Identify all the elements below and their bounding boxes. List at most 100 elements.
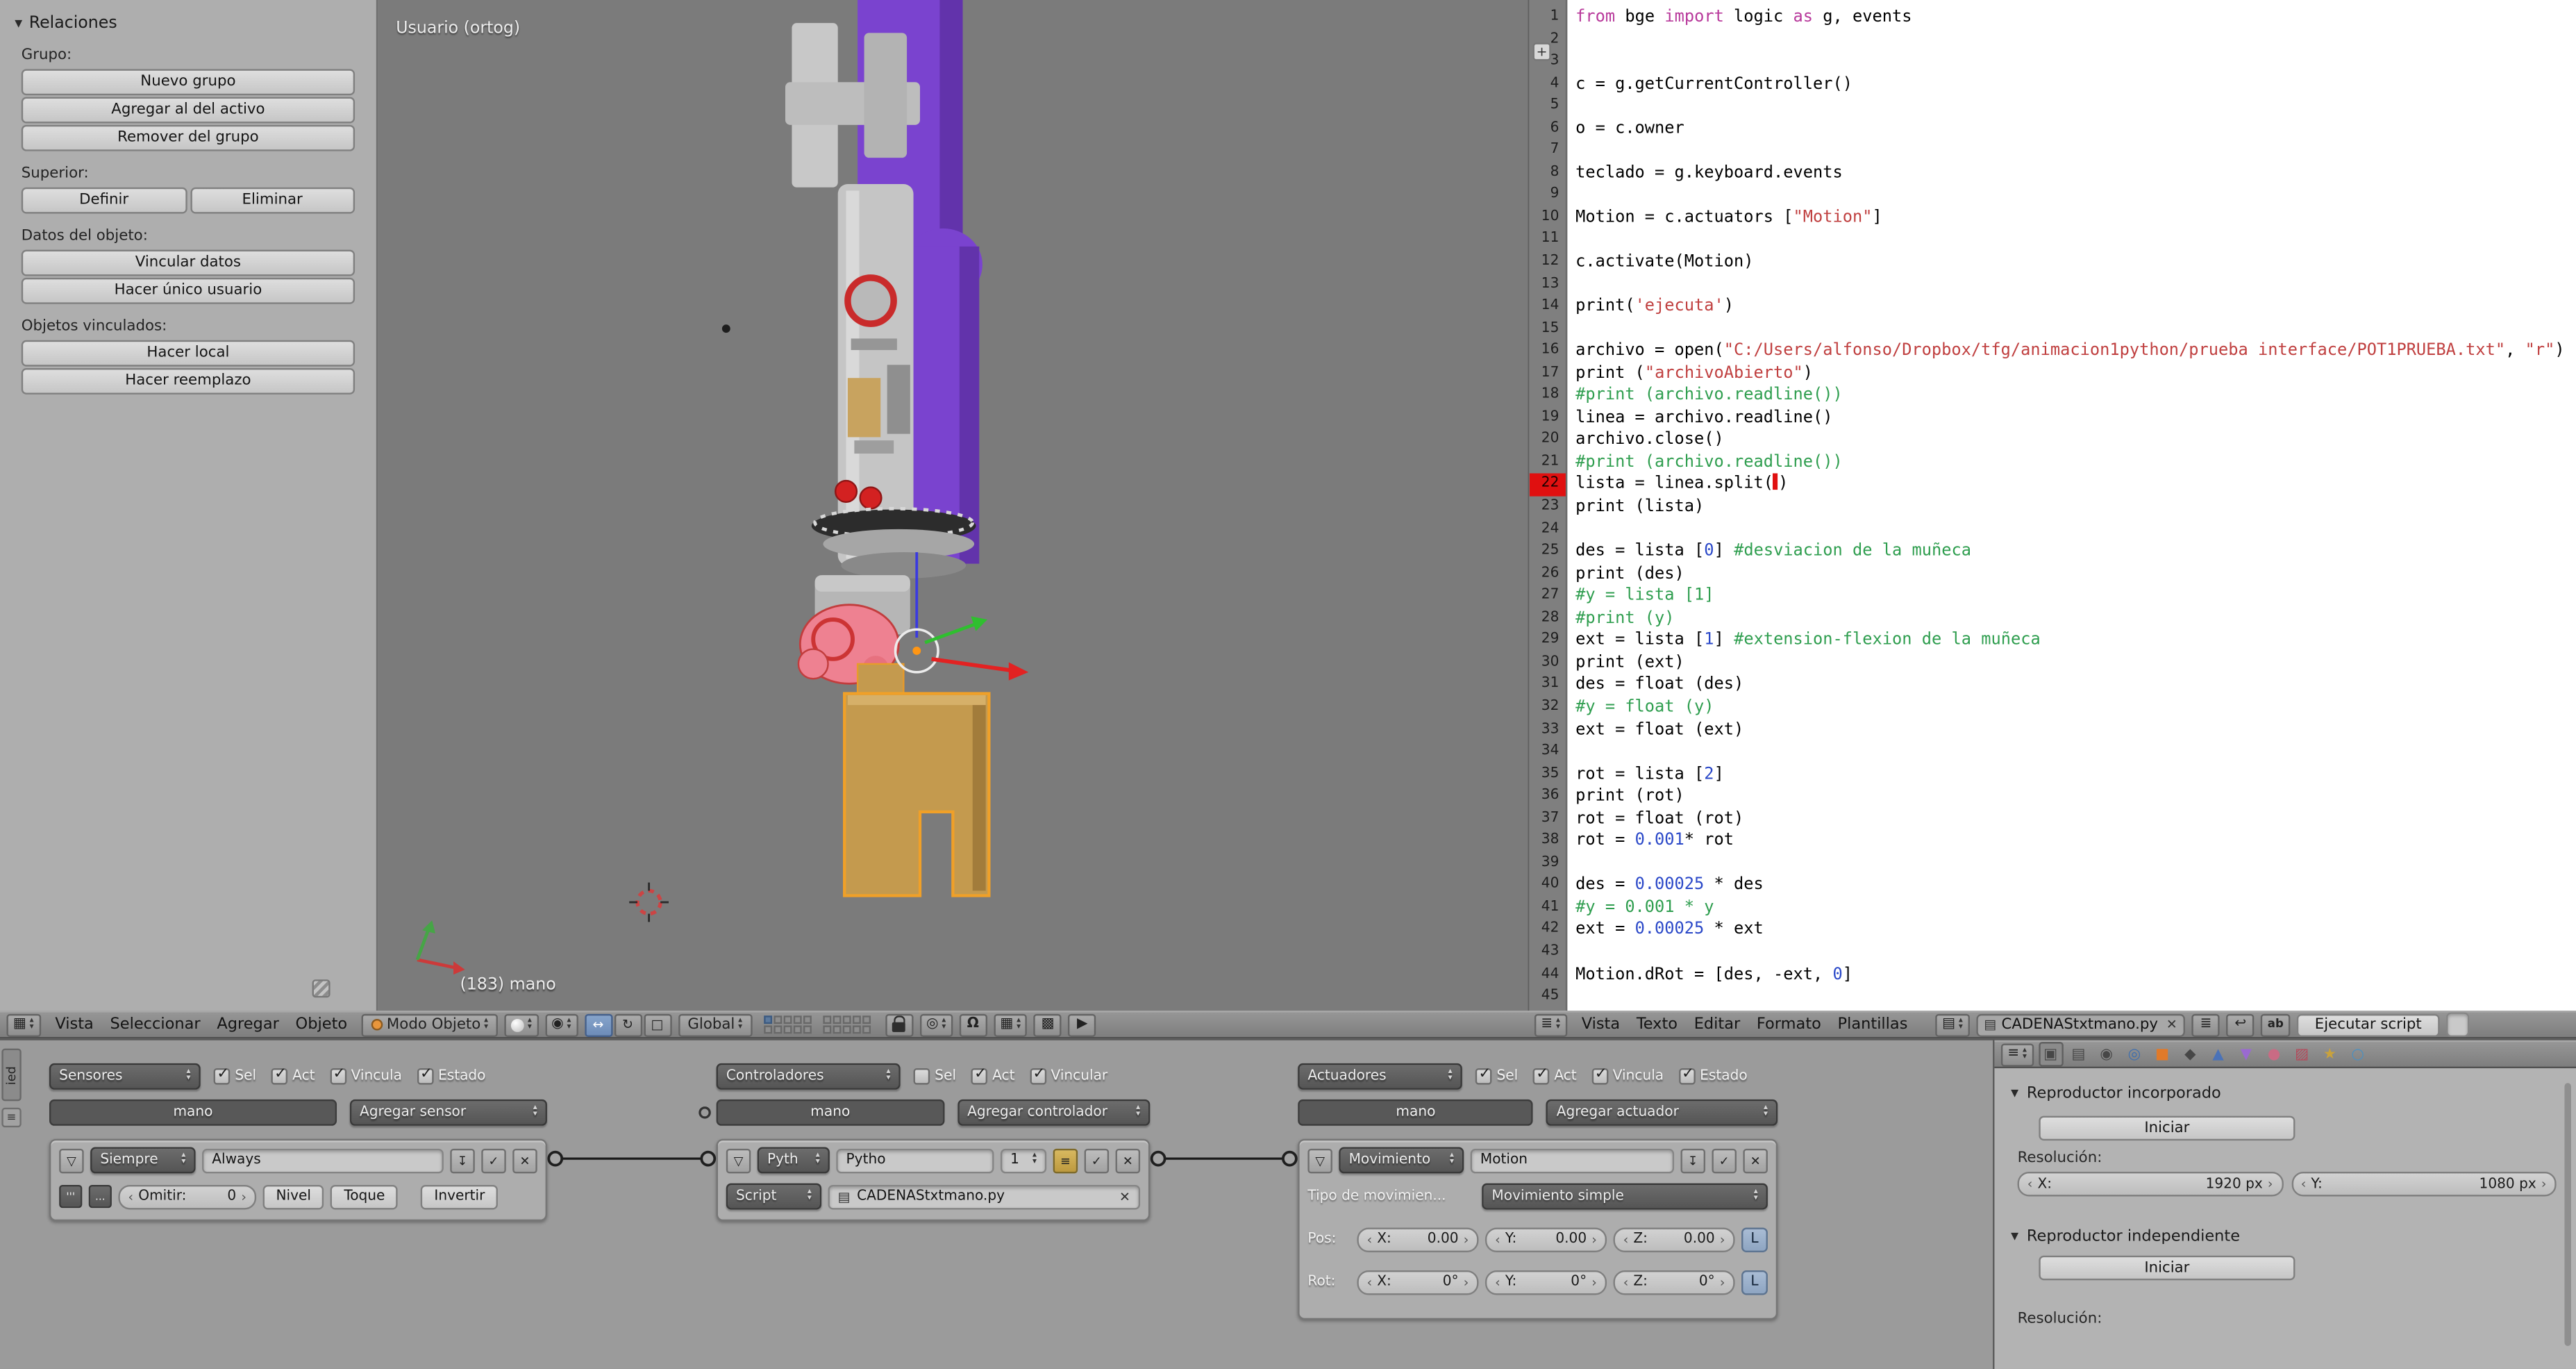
mark-icon[interactable]: ≡ bbox=[1053, 1148, 1078, 1172]
editor-type-dropdown[interactable]: ≡▴▾ bbox=[2001, 1043, 2033, 1065]
menu-vista[interactable]: Vista bbox=[47, 1015, 102, 1034]
run-script-button[interactable]: Ejecutar script bbox=[2297, 1013, 2440, 1036]
stepper-left-icon[interactable]: ‹ bbox=[1367, 1231, 1373, 1246]
mode-dropdown[interactable]: Modo Objeto▴▾ bbox=[362, 1013, 498, 1036]
level-button[interactable]: Nivel bbox=[263, 1184, 324, 1209]
stepper-left-icon[interactable]: ‹ bbox=[1623, 1231, 1629, 1246]
checkbox-sel[interactable]: Sel bbox=[214, 1068, 257, 1085]
lock-to-scene-button[interactable] bbox=[885, 1013, 913, 1036]
panel-resize-grip[interactable] bbox=[312, 979, 331, 997]
layer-cell[interactable] bbox=[853, 1015, 861, 1024]
tab-render-layers-icon[interactable]: ▤ bbox=[2066, 1042, 2091, 1066]
check-icon[interactable]: ✓ bbox=[1085, 1148, 1109, 1172]
menu-editar[interactable]: Editar bbox=[1686, 1015, 1748, 1034]
stepper-right-icon[interactable]: › bbox=[1591, 1275, 1597, 1289]
nuevo-grupo-button[interactable]: Nuevo grupo bbox=[22, 69, 355, 95]
controllers-header-dropdown[interactable]: Controladores▴▾ bbox=[717, 1063, 901, 1090]
checkbox-sel[interactable]: Sel bbox=[914, 1068, 957, 1085]
region-menu-button[interactable]: ≡ bbox=[1, 1108, 21, 1127]
stepper-left-icon[interactable]: ‹ bbox=[2301, 1177, 2307, 1191]
collapse-triangle-icon[interactable]: ▽ bbox=[1307, 1148, 1332, 1172]
stepper-left-icon[interactable]: ‹ bbox=[2027, 1177, 2033, 1191]
resolution-x-field[interactable]: ‹X:1920 px› bbox=[2018, 1172, 2283, 1196]
layer-cell[interactable] bbox=[793, 1025, 801, 1034]
local-transform-toggle[interactable]: L bbox=[1741, 1270, 1768, 1294]
eliminar-button[interactable]: Eliminar bbox=[190, 188, 355, 214]
tab-material-icon[interactable]: ● bbox=[2261, 1042, 2286, 1066]
layer-cell[interactable] bbox=[783, 1015, 792, 1024]
stepper-right-icon[interactable]: › bbox=[1591, 1231, 1597, 1246]
checkbox-estado[interactable]: Estado bbox=[417, 1068, 485, 1085]
stepper-left-icon[interactable]: ‹ bbox=[1495, 1275, 1500, 1289]
rotate-manipulator-button[interactable]: ↻ bbox=[614, 1013, 642, 1036]
stepper-right-icon[interactable]: › bbox=[2268, 1177, 2273, 1191]
local-transform-toggle[interactable]: L bbox=[1741, 1227, 1768, 1251]
tab-constraints-icon[interactable]: ◆ bbox=[2178, 1042, 2202, 1066]
add-sensor-dropdown[interactable]: Agregar sensor▴▾ bbox=[350, 1100, 547, 1126]
layer-cell[interactable] bbox=[793, 1015, 801, 1024]
line-numbers-toggle[interactable]: ≣ bbox=[2192, 1013, 2220, 1036]
start-embedded-player-button[interactable]: Iniciar bbox=[2039, 1116, 2295, 1140]
datablock-browse-button[interactable]: ▤▴▾ bbox=[1936, 1013, 1970, 1036]
invert-button[interactable]: Invertir bbox=[421, 1184, 498, 1209]
layer-cell[interactable] bbox=[862, 1015, 871, 1024]
sensor-type-dropdown[interactable]: Siempre▴▾ bbox=[90, 1147, 195, 1174]
layer-cell[interactable] bbox=[862, 1025, 871, 1034]
controller-name-field[interactable]: Pytho bbox=[836, 1148, 994, 1172]
pin-icon[interactable]: ↧ bbox=[450, 1148, 474, 1172]
layer-cell[interactable] bbox=[842, 1015, 851, 1024]
shading-dropdown[interactable]: ▴▾ bbox=[505, 1013, 539, 1036]
pulse-false-button[interactable]: ... bbox=[89, 1185, 112, 1208]
layer-cell[interactable] bbox=[783, 1025, 792, 1034]
checkbox-act[interactable]: Act bbox=[271, 1068, 315, 1085]
layer-cell[interactable] bbox=[773, 1015, 782, 1024]
checkbox-vincular[interactable]: Vincular bbox=[1030, 1068, 1107, 1085]
register-checkbox[interactable] bbox=[2446, 1013, 2469, 1037]
layer-cell[interactable] bbox=[764, 1015, 772, 1024]
embedded-player-panel-header[interactable]: ▼Reproductor incorporado bbox=[2011, 1085, 2221, 1103]
hacer-unico-usuario-button[interactable]: Hacer único usuario bbox=[22, 278, 355, 304]
script-mode-dropdown[interactable]: Script▴▾ bbox=[726, 1184, 821, 1210]
checkbox-vincula[interactable]: Vincula bbox=[1591, 1068, 1664, 1085]
vincular-datos-button[interactable]: Vincular datos bbox=[22, 250, 355, 276]
controller-output-socket[interactable] bbox=[1152, 1152, 1165, 1165]
syntax-highlight-toggle[interactable]: ab bbox=[2261, 1013, 2290, 1036]
pin-icon[interactable]: ↧ bbox=[1681, 1148, 1705, 1172]
actuator-name-field[interactable]: Motion bbox=[1471, 1148, 1674, 1172]
layer-cell[interactable] bbox=[833, 1025, 841, 1034]
hacer-reemplazo-button[interactable]: Hacer reemplazo bbox=[22, 368, 355, 395]
render-animation-button[interactable]: ▶ bbox=[1069, 1013, 1096, 1036]
region-split-button[interactable]: + bbox=[1533, 43, 1551, 61]
stepper-right-icon[interactable]: › bbox=[2541, 1177, 2547, 1191]
add-controller-dropdown[interactable]: Agregar controlador▴▾ bbox=[957, 1100, 1150, 1126]
tab-texture-icon[interactable]: ▨ bbox=[2289, 1042, 2314, 1066]
collapse-triangle-icon[interactable]: ▽ bbox=[726, 1148, 751, 1172]
layer-cell[interactable] bbox=[764, 1025, 772, 1034]
actuators-header-dropdown[interactable]: Actuadores▴▾ bbox=[1298, 1063, 1462, 1090]
code-area[interactable]: 1from bge import logic as g, events234c … bbox=[1530, 0, 2576, 1011]
layer-cell[interactable] bbox=[803, 1025, 812, 1034]
controller-brick[interactable]: ▽ Pyth▴▾ Pytho 1▴▾ ≡ ✓ ✕ Script▴▾ ▤CADEN… bbox=[717, 1139, 1151, 1221]
editor-type-dropdown[interactable]: ≣▴▾ bbox=[1534, 1013, 1566, 1036]
menu-formato[interactable]: Formato bbox=[1748, 1015, 1830, 1034]
checkbox-estado[interactable]: Estado bbox=[1678, 1068, 1747, 1085]
datablock-name-field[interactable]: ▤ CADENAStxtmano.py ✕ bbox=[1976, 1013, 2186, 1036]
script-datablock-field[interactable]: ▤CADENAStxtmano.py✕ bbox=[828, 1184, 1141, 1209]
menu-plantillas[interactable]: Plantillas bbox=[1830, 1015, 1916, 1034]
standalone-player-panel-header[interactable]: ▼Reproductor independiente bbox=[2011, 1227, 2240, 1245]
controller-state-field[interactable]: 1▴▾ bbox=[1001, 1148, 1046, 1172]
tab-scene-icon[interactable]: ◉ bbox=[2094, 1042, 2118, 1066]
axis-field-x[interactable]: ‹X:0°› bbox=[1357, 1270, 1478, 1294]
axis-field-z[interactable]: ‹Z:0°› bbox=[1614, 1270, 1735, 1294]
pulse-true-button[interactable]: ''' bbox=[59, 1185, 82, 1208]
hand-object-selected[interactable] bbox=[844, 664, 989, 896]
definir-button[interactable]: Definir bbox=[22, 188, 187, 214]
relations-panel-header[interactable]: ▼ Relaciones bbox=[15, 15, 376, 33]
unlink-icon[interactable]: ✕ bbox=[1119, 1189, 1130, 1204]
start-standalone-player-button[interactable]: Iniciar bbox=[2039, 1256, 2295, 1280]
menu-seleccionar[interactable]: Seleccionar bbox=[102, 1015, 209, 1034]
layer-cell[interactable] bbox=[803, 1015, 812, 1024]
actuator-brick[interactable]: ▽ Movimiento▴▾ Motion ↧ ✓ ✕ Tipo de movi… bbox=[1298, 1139, 1778, 1320]
render-image-button[interactable]: ▩ bbox=[1034, 1013, 1062, 1036]
properties-scrollbar[interactable] bbox=[2564, 1083, 2570, 1346]
